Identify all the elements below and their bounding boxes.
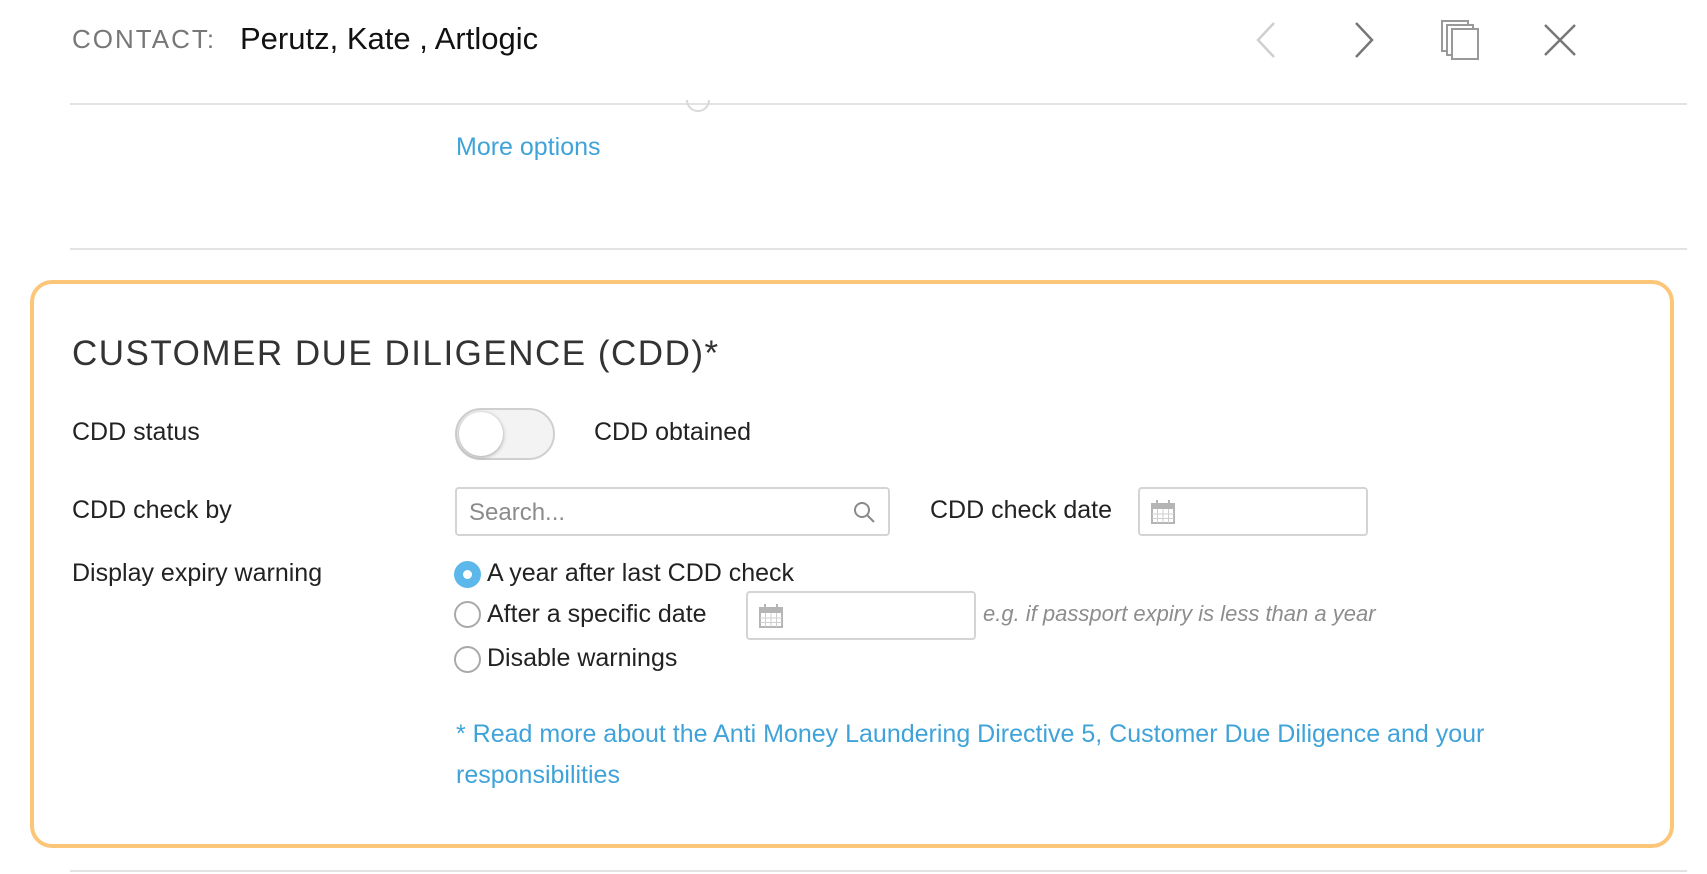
header-divider <box>70 103 1687 105</box>
radio-disable-warnings-label[interactable]: Disable warnings <box>487 644 677 673</box>
cdd-status-label: CDD status <box>72 418 200 446</box>
chevron-right-icon[interactable] <box>1342 18 1386 62</box>
close-icon[interactable] <box>1538 18 1582 62</box>
aml-directive-link[interactable]: * Read more about the Anti Money Launder… <box>456 714 1606 796</box>
duplicate-icon[interactable] <box>1438 18 1482 62</box>
search-input[interactable] <box>467 497 841 529</box>
contact-header: CONTACT: Perutz, Kate , Artlogic <box>0 0 1707 104</box>
toggle-knob <box>459 412 503 456</box>
cdd-status-toggle[interactable] <box>455 408 555 460</box>
more-options-link[interactable]: More options <box>456 133 601 162</box>
calendar-icon[interactable] <box>1150 499 1176 530</box>
specific-date-hint: e.g. if passport expiry is less than a y… <box>983 601 1376 626</box>
cdd-check-date-label: CDD check date <box>930 496 1113 524</box>
radio-specific-date-label[interactable]: After a specific date <box>487 600 707 629</box>
cdd-section-title: CUSTOMER DUE DILIGENCE (CDD)* <box>72 334 720 373</box>
contact-name: Perutz, Kate , Artlogic <box>240 21 539 56</box>
radio-year-after-check-label[interactable]: A year after last CDD check <box>487 559 794 588</box>
specific-date-field[interactable] <box>746 591 976 640</box>
cdd-check-by-label: CDD check by <box>72 496 232 524</box>
chevron-left-icon[interactable] <box>1244 18 1288 62</box>
header-label: CONTACT: <box>72 24 217 54</box>
cdd-check-by-search[interactable] <box>455 487 890 536</box>
radio-specific-date[interactable] <box>454 601 481 628</box>
calendar-icon[interactable] <box>758 603 784 634</box>
cdd-obtained-label: CDD obtained <box>594 418 752 446</box>
cdd-check-date-field[interactable] <box>1138 487 1368 536</box>
search-icon[interactable] <box>852 500 876 529</box>
display-expiry-warning-label: Display expiry warning <box>72 559 323 587</box>
bottom-divider <box>70 870 1687 872</box>
section-divider <box>70 248 1687 250</box>
radio-year-after-check[interactable] <box>454 561 481 588</box>
radio-disable-warnings[interactable] <box>454 646 481 673</box>
